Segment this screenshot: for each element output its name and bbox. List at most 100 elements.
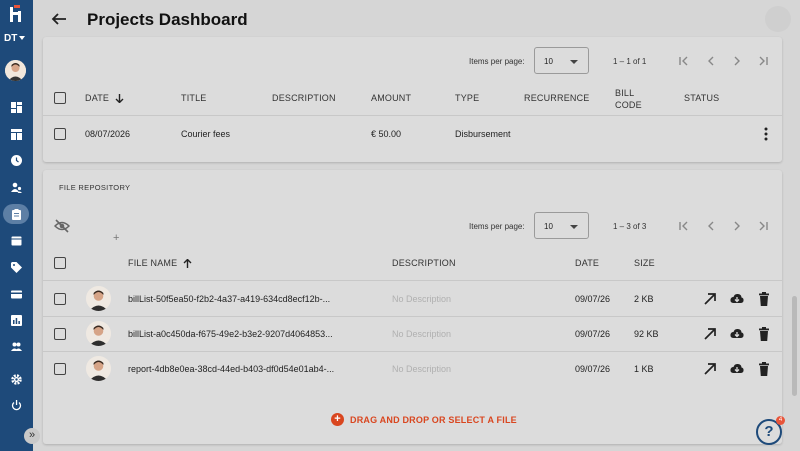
pagination-range: 1 – 3 of 3: [613, 222, 647, 231]
caret-down-icon: [19, 36, 26, 41]
file-name[interactable]: billList-a0c450da-f675-49e2-b3e2-9207d40…: [128, 329, 333, 339]
nav-contacts[interactable]: [0, 177, 33, 197]
workspace-label: DT: [4, 33, 18, 44]
items-per-page-label: Items per page:: [469, 57, 525, 66]
dropdown-arrow-icon: [570, 225, 578, 229]
column-header-description[interactable]: DESCRIPTION: [392, 258, 456, 268]
section-title: FILE REPOSITORY: [59, 183, 131, 192]
user-avatar[interactable]: [5, 60, 26, 81]
row-checkbox[interactable]: [54, 328, 66, 340]
scrollbar[interactable]: [792, 296, 797, 396]
row-divider: [43, 316, 782, 317]
next-page-icon[interactable]: [730, 54, 744, 68]
file-description: No Description: [392, 329, 452, 339]
arrow-left-icon[interactable]: [50, 10, 68, 28]
prev-page-icon[interactable]: [704, 54, 718, 68]
delete-icon[interactable]: [757, 292, 771, 306]
notification-badge: 4: [776, 416, 785, 425]
power-icon: [11, 399, 22, 410]
file-repository-card: FILE REPOSITORY + Items per page: 10 1 –…: [43, 170, 782, 444]
file-size: 92 KB: [634, 329, 659, 339]
bill-date: 08/07/2026: [85, 129, 131, 139]
avatar: [86, 356, 111, 381]
column-header-type[interactable]: TYPE: [455, 93, 479, 103]
file-name[interactable]: report-4db8e0ea-38cd-44ed-b403-df0d54e01…: [128, 364, 334, 374]
row-divider: [43, 351, 782, 352]
header-action-button[interactable]: [765, 6, 791, 32]
items-per-page-value: 10: [544, 57, 553, 66]
select-all-checkbox[interactable]: [54, 257, 66, 269]
items-per-page-select[interactable]: 10: [534, 47, 589, 74]
users-icon: [11, 182, 22, 193]
column-header-amount[interactable]: AMOUNT: [371, 93, 411, 103]
column-header-recurrence[interactable]: RECURRENCE: [524, 93, 590, 103]
download-icon[interactable]: [730, 362, 744, 376]
nav-table[interactable]: [0, 124, 33, 144]
delete-icon[interactable]: [757, 362, 771, 376]
app-logo[interactable]: [4, 3, 28, 25]
row-checkbox[interactable]: [54, 363, 66, 375]
first-page-icon[interactable]: [677, 54, 691, 68]
download-icon[interactable]: [730, 327, 744, 341]
column-header-date[interactable]: DATE: [575, 258, 599, 268]
drop-label: DRAG AND DROP OR SELECT A FILE: [350, 414, 517, 425]
file-description: No Description: [392, 364, 452, 374]
nav-calendar[interactable]: [0, 230, 33, 250]
open-in-new-icon[interactable]: [703, 327, 717, 341]
tag-icon: [11, 261, 22, 273]
bill-title: Courier fees: [181, 129, 231, 139]
table-icon: [11, 128, 22, 140]
open-in-new-icon[interactable]: [703, 362, 717, 376]
nav-settings[interactable]: [0, 369, 33, 389]
add-circle-icon: +: [331, 413, 344, 426]
file-name[interactable]: billList-50f5ea50-f2b2-4a37-a419-634cd8e…: [128, 294, 330, 304]
dashboard-icon: [11, 101, 22, 113]
nav-reports[interactable]: [0, 310, 33, 330]
last-page-icon[interactable]: [756, 54, 770, 68]
dropdown-arrow-icon: [570, 60, 578, 64]
items-per-page-label: Items per page:: [469, 222, 525, 231]
first-page-icon[interactable]: [677, 219, 691, 233]
avatar: [86, 286, 111, 311]
last-page-icon[interactable]: [756, 219, 770, 233]
file-size: 2 KB: [634, 294, 654, 304]
nav-billing[interactable]: [0, 284, 33, 304]
nav-dashboard[interactable]: [0, 97, 33, 117]
nav-team[interactable]: [0, 336, 33, 356]
row-checkbox[interactable]: [54, 293, 66, 305]
open-in-new-icon[interactable]: [703, 292, 717, 306]
column-header-title[interactable]: TITLE: [181, 93, 207, 103]
expand-sidebar-button[interactable]: »: [24, 428, 40, 444]
nav-projects[interactable]: [0, 204, 33, 224]
file-date: 09/07/26: [575, 329, 611, 339]
card-icon: [11, 290, 22, 298]
sidebar: DT: [0, 0, 33, 451]
calendar-icon: [11, 236, 22, 245]
row-checkbox[interactable]: [54, 128, 66, 140]
column-header-status[interactable]: STATUS: [684, 93, 719, 103]
header-divider: [43, 115, 782, 116]
page-title: Projects Dashboard: [87, 10, 248, 29]
arrow-up-icon: [183, 258, 192, 269]
select-all-checkbox[interactable]: [54, 92, 66, 104]
nav-tags[interactable]: [0, 257, 33, 277]
download-icon[interactable]: [730, 292, 744, 306]
next-page-icon[interactable]: [730, 219, 744, 233]
nav-logout[interactable]: [0, 395, 33, 415]
column-header-file-name[interactable]: FILE NAME: [128, 258, 192, 269]
workspace-switcher[interactable]: DT: [4, 33, 26, 44]
visibility-off-icon[interactable]: [54, 218, 70, 234]
prev-page-icon[interactable]: [704, 219, 718, 233]
file-date: 09/07/26: [575, 364, 611, 374]
delete-icon[interactable]: [757, 327, 771, 341]
column-header-bill-code[interactable]: BILL CODE: [615, 87, 642, 111]
add-file-icon[interactable]: +: [113, 232, 119, 244]
column-header-date[interactable]: DATE: [85, 93, 124, 104]
more-vert-icon[interactable]: [764, 127, 768, 141]
column-header-description[interactable]: DESCRIPTION: [272, 93, 336, 103]
items-per-page-select[interactable]: 10: [534, 212, 589, 239]
drag-and-drop-upload[interactable]: + DRAG AND DROP OR SELECT A FILE: [331, 413, 517, 426]
nav-time[interactable]: [0, 150, 33, 170]
column-header-size[interactable]: SIZE: [634, 258, 655, 268]
avatar: [86, 321, 111, 346]
